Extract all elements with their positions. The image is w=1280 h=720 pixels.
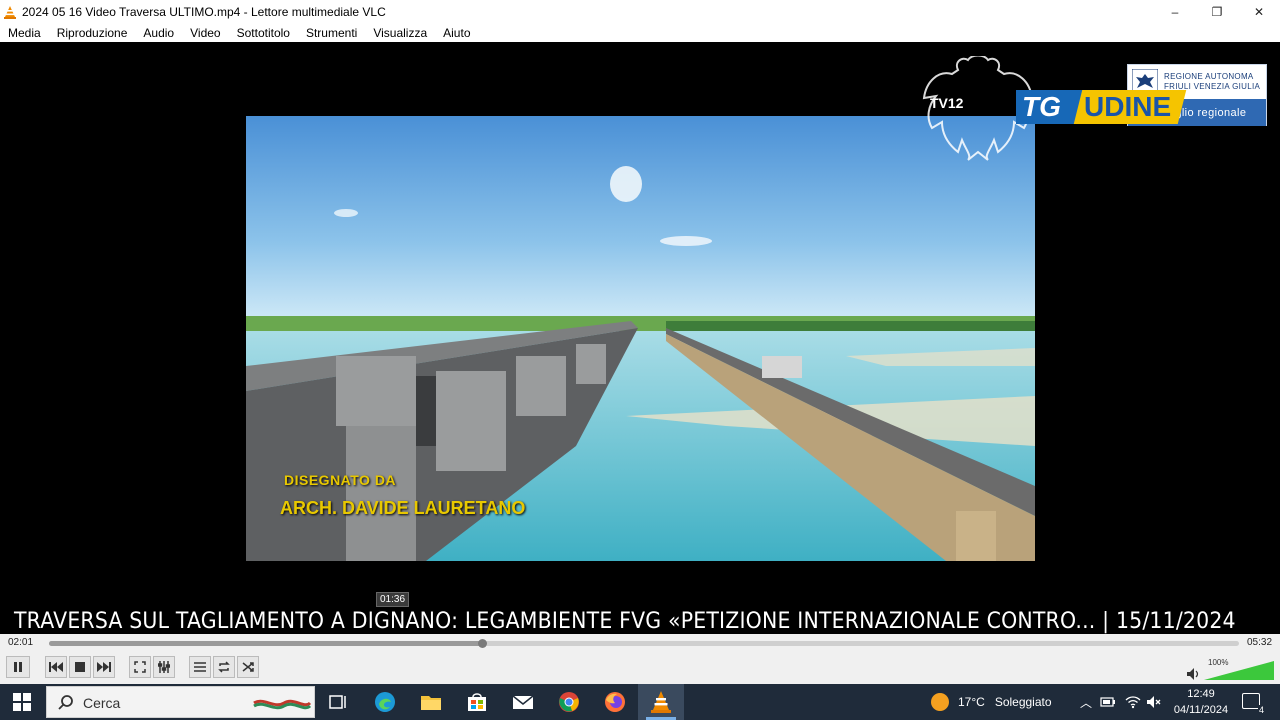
elapsed-time: 02:01 — [8, 637, 34, 648]
news-headline: TRAVERSA SUL TAGLIAMENTO A DIGNANO: LEGA… — [14, 609, 1236, 634]
playlist-icon — [194, 662, 206, 672]
skip-back-icon — [49, 662, 63, 672]
previous-button[interactable] — [45, 656, 67, 678]
search-highlight-icon — [253, 699, 312, 710]
speaker-muted-icon[interactable] — [1146, 695, 1162, 709]
battery-icon[interactable] — [1100, 695, 1116, 709]
chrome-icon[interactable] — [557, 690, 581, 714]
seek-hover-tooltip: 01:36 — [376, 592, 410, 607]
seek-slider[interactable] — [49, 639, 1239, 648]
udine-label: UDINE — [1084, 91, 1172, 122]
weather-temp: 17°C — [958, 695, 985, 709]
shuffle-button[interactable] — [237, 656, 259, 678]
restore-button[interactable]: ❐ — [1196, 0, 1238, 23]
menu-aiuto[interactable]: Aiuto — [435, 26, 478, 40]
title-bar: 2024 05 16 Video Traversa ULTIMO.mp4 - L… — [0, 0, 1280, 23]
system-clock[interactable]: 12:49 04/11/2024 — [1170, 686, 1232, 718]
menu-audio[interactable]: Audio — [135, 26, 182, 40]
mail-icon[interactable] — [511, 690, 535, 714]
windows-start-icon[interactable] — [13, 693, 31, 711]
equalizer-icon — [158, 661, 170, 673]
fullscreen-icon — [134, 661, 146, 673]
file-explorer-icon[interactable] — [419, 690, 443, 714]
chevron-up-icon[interactable]: ︿ — [1080, 694, 1092, 711]
stop-button[interactable] — [69, 656, 91, 678]
skip-forward-icon — [97, 662, 111, 672]
edge-browser-icon[interactable] — [373, 690, 397, 714]
loop-button[interactable] — [213, 656, 235, 678]
total-time: 05:32 — [1247, 637, 1273, 648]
notification-count: 4 — [1257, 705, 1265, 715]
credit-line1: DISEGNATO DA — [284, 472, 397, 488]
next-button[interactable] — [93, 656, 115, 678]
pause-icon — [14, 662, 22, 672]
menu-riproduzione[interactable]: Riproduzione — [49, 26, 136, 40]
playlist-button[interactable] — [189, 656, 211, 678]
menu-bar: Media Riproduzione Audio Video Sottotito… — [0, 23, 1280, 42]
controls-row: 100% — [0, 652, 1280, 684]
seek-handle[interactable] — [478, 639, 488, 648]
credit-caption: DISEGNATO DA ARCH. DAVIDE LAURETANO — [280, 472, 525, 518]
firefox-icon[interactable] — [603, 690, 627, 714]
window-title: 2024 05 16 Video Traversa ULTIMO.mp4 - L… — [22, 4, 386, 19]
menu-visualizza[interactable]: Visualizza — [365, 26, 435, 40]
taskbar-search-box[interactable]: Cerca — [46, 686, 315, 718]
search-icon — [58, 695, 73, 710]
clock-time: 12:49 — [1187, 688, 1215, 700]
weather-desc: Soleggiato — [994, 695, 1052, 709]
windows-taskbar: Cerca 17°C Soleggiato ︿ 12:49 04/11/2024… — [0, 684, 1280, 720]
udine-label-box: UDINE — [1073, 90, 1187, 124]
pause-button[interactable] — [6, 656, 30, 678]
video-surface[interactable]: REGIONE AUTONOMA FRIULI VENEZIA GIULIA c… — [0, 42, 1280, 634]
vlc-taskbar-icon — [651, 691, 671, 713]
volume-slider[interactable] — [1204, 661, 1274, 681]
menu-strumenti[interactable]: Strumenti — [298, 26, 365, 40]
vlc-taskbar-button[interactable] — [638, 684, 684, 720]
minimize-button[interactable]: – — [1154, 0, 1196, 23]
notification-center-icon[interactable]: 4 — [1242, 693, 1265, 715]
seek-row: 02:01 05:32 — [0, 634, 1280, 652]
tv12-text: TV12 — [930, 95, 964, 111]
stop-icon — [75, 662, 85, 672]
sun-icon — [931, 693, 949, 711]
wifi-icon[interactable] — [1125, 695, 1141, 709]
search-placeholder: Cerca — [83, 695, 121, 711]
volume-control[interactable]: 100% — [1186, 658, 1276, 681]
loop-icon — [218, 661, 230, 673]
menu-video[interactable]: Video — [182, 26, 228, 40]
speaker-icon — [1187, 668, 1199, 680]
vlc-cone-icon — [4, 5, 16, 19]
close-button[interactable]: ✕ — [1238, 0, 1280, 23]
menu-sottotitolo[interactable]: Sottotitolo — [229, 26, 298, 40]
clock-date: 04/11/2024 — [1173, 704, 1229, 716]
tg-udine-logo: TG UDINE — [1016, 90, 1187, 124]
shuffle-icon — [242, 662, 254, 672]
fullscreen-button[interactable] — [129, 656, 151, 678]
microsoft-store-icon[interactable] — [465, 690, 489, 714]
credit-line2: ARCH. DAVIDE LAURETANO — [280, 498, 526, 518]
weather-widget[interactable]: 17°C Soleggiato — [931, 693, 1052, 711]
seek-progress — [49, 641, 483, 646]
menu-media[interactable]: Media — [0, 26, 49, 40]
video-frame — [246, 116, 1035, 561]
task-view-icon[interactable] — [326, 690, 350, 714]
extended-settings-button[interactable] — [153, 656, 175, 678]
